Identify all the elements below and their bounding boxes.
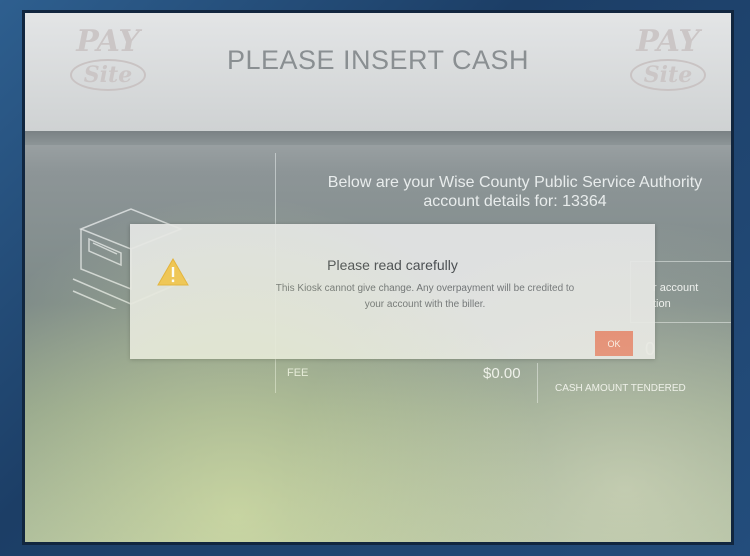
header: PAY Site PLEASE INSERT CASH PAY Site [25, 13, 731, 131]
account-info-line1: r account [653, 282, 699, 294]
warning-dialog: Please read carefully This Kiosk cannot … [130, 224, 655, 359]
dialog-title: Please read carefully [327, 257, 458, 273]
summary-divider [537, 363, 538, 403]
account-details-line1: Below are your Wise County Public Servic… [327, 174, 703, 191]
account-details-line2: account details for: 13364 [423, 193, 607, 210]
dialog-message-line2: your account with the biller. [364, 299, 486, 310]
dialog-message-line1: This Kiosk cannot give change. Any overp… [275, 283, 575, 294]
paysite-logo-right: PAY Site [625, 27, 711, 97]
kiosk-screen: PAY Site PLEASE INSERT CASH PAY Site Bel… [22, 10, 734, 545]
fee-value: $0.00 [483, 365, 521, 382]
fee-label: FEE [287, 367, 309, 379]
logo-pay-text: PAY [636, 24, 700, 59]
ok-button[interactable]: OK [595, 331, 633, 356]
account-info-line2: tion [653, 298, 671, 310]
logo-site-text: Site [629, 59, 707, 91]
dialog-message: This Kiosk cannot give change. Any overp… [225, 281, 625, 313]
account-details: Below are your Wise County Public Servic… [295, 173, 731, 211]
header-divider [25, 131, 731, 145]
cash-tendered-label: CASH AMOUNT TENDERED [555, 383, 686, 394]
